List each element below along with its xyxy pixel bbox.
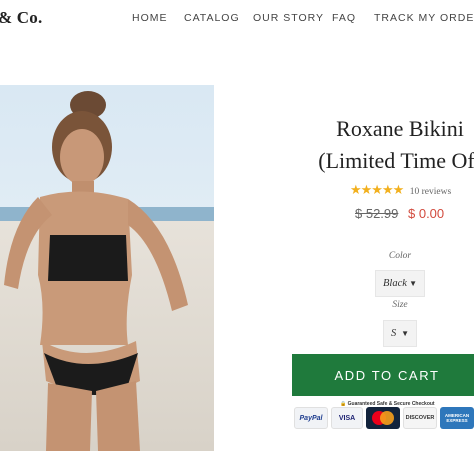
product-title: Roxane Bikini (Limited Time Off — [300, 113, 474, 177]
color-label: Color — [388, 251, 412, 261]
star-rating-icon: ★★★★★ — [350, 182, 404, 197]
mastercard-icon — [366, 407, 400, 429]
product-title-line1: Roxane Bikini — [336, 116, 464, 141]
product-title-line2: (Limited Time Off — [318, 148, 474, 173]
paypal-icon: PayPal — [294, 407, 328, 429]
size-label: Size — [392, 300, 408, 310]
size-select[interactable]: S ▼ — [383, 320, 417, 347]
chevron-down-icon: ▼ — [409, 279, 417, 288]
rating[interactable]: ★★★★★ 10 reviews — [350, 181, 451, 197]
sale-price: $ 0.00 — [408, 206, 445, 221]
nav-track-my-order[interactable]: TRACK MY ORDER — [374, 12, 474, 24]
visa-icon: VISA — [331, 407, 363, 429]
review-count[interactable]: 10 reviews — [410, 187, 451, 197]
price-block: $ 52.99 $ 0.00 — [355, 206, 444, 221]
add-to-cart-button[interactable]: ADD TO CART — [292, 354, 474, 396]
nav-home[interactable]: HOME — [132, 12, 168, 24]
product-image[interactable] — [0, 85, 214, 451]
original-price: $ 52.99 — [355, 206, 399, 221]
amex-icon: AMERICAN EXPRESS — [440, 407, 474, 429]
color-value: Black — [383, 278, 407, 289]
size-value: S — [391, 328, 397, 339]
discover-icon: DISCOVER — [403, 407, 437, 429]
color-select[interactable]: Black ▼ — [375, 270, 425, 297]
main-nav: HOME CATALOG OUR STORY FAQ TRACK MY ORDE… — [0, 12, 474, 28]
nav-catalog[interactable]: CATALOG — [184, 12, 240, 24]
nav-our-story[interactable]: OUR STORY — [253, 12, 324, 24]
chevron-down-icon: ▼ — [401, 329, 409, 338]
product-photo — [0, 85, 214, 451]
nav-faq[interactable]: FAQ — [332, 12, 356, 24]
